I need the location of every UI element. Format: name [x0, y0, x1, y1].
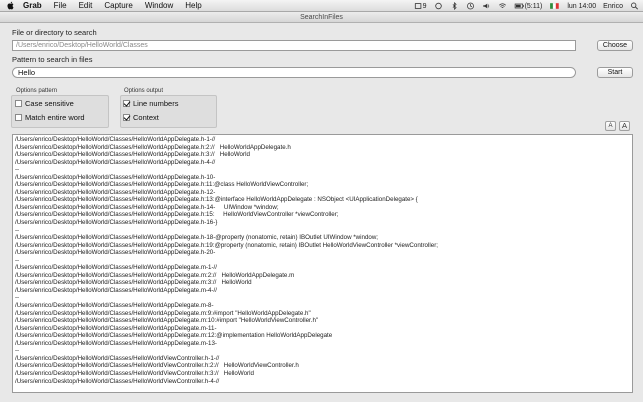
- font-smaller-label: A: [608, 123, 613, 129]
- result-line: /Users/enrico/Desktop/HelloWorld/Classes…: [15, 354, 220, 362]
- battery-time: (5:11): [524, 2, 543, 10]
- app-status-icon: [414, 3, 421, 9]
- case-sensitive-checkbox[interactable]: Case sensitive: [15, 99, 74, 108]
- result-line: /Users/enrico/Desktop/HelloWorld/Classes…: [15, 173, 216, 181]
- context-checkbox[interactable]: Context: [123, 113, 159, 122]
- status-indicator[interactable]: 9: [414, 2, 427, 10]
- line-numbers-label: Line numbers: [133, 99, 179, 108]
- result-line: /Users/enrico/Desktop/HelloWorld/Classes…: [15, 219, 218, 227]
- result-line: /Users/enrico/Desktop/HelloWorld/Classes…: [15, 196, 418, 204]
- result-line: /Users/enrico/Desktop/HelloWorld/Classes…: [15, 324, 217, 332]
- volume-icon[interactable]: [482, 2, 491, 10]
- results-list: /Users/enrico/Desktop/HelloWorld/Classes…: [13, 135, 632, 385]
- battery-status[interactable]: (5:11): [514, 2, 543, 10]
- window-title: SearchInFiles: [300, 14, 343, 21]
- result-line: /Users/enrico/Desktop/HelloWorld/Classes…: [15, 136, 216, 143]
- menu-help[interactable]: Help: [185, 0, 201, 12]
- result-line: /Users/enrico/Desktop/HelloWorld/Classes…: [15, 317, 319, 325]
- result-line: --: [15, 294, 20, 302]
- menu-window[interactable]: Window: [145, 0, 173, 12]
- result-line: /Users/enrico/Desktop/HelloWorld/Classes…: [15, 249, 216, 257]
- user-menu[interactable]: Enrico: [603, 3, 623, 10]
- result-line: /Users/enrico/Desktop/HelloWorld/Classes…: [15, 309, 311, 317]
- result-line: --: [15, 347, 20, 355]
- apple-menu-icon[interactable]: [7, 1, 15, 10]
- choose-button[interactable]: Choose: [597, 40, 633, 51]
- context-check[interactable]: [123, 114, 130, 121]
- result-line: /Users/enrico/Desktop/HelloWorld/Classes…: [15, 158, 216, 166]
- result-line: /Users/enrico/Desktop/HelloWorld/Classes…: [15, 143, 291, 151]
- result-line: /Users/enrico/Desktop/HelloWorld/Classes…: [15, 271, 295, 279]
- menu-edit[interactable]: Edit: [79, 0, 93, 12]
- path-input[interactable]: /Users/enrico/Desktop/HelloWorld/Classes: [12, 40, 576, 51]
- result-line: /Users/enrico/Desktop/HelloWorld/Classes…: [15, 332, 333, 340]
- window-title-bar: SearchInFiles: [0, 12, 643, 23]
- wifi-icon[interactable]: [498, 2, 507, 10]
- clock[interactable]: lun 14:00: [567, 3, 596, 10]
- battery-icon: [514, 3, 524, 9]
- font-smaller-button[interactable]: A: [605, 121, 616, 131]
- line-numbers-check[interactable]: [123, 100, 130, 107]
- result-line: /Users/enrico/Desktop/HelloWorld/Classes…: [15, 302, 214, 310]
- input-flag-icon[interactable]: [549, 2, 560, 10]
- result-line: /Users/enrico/Desktop/HelloWorld/Classes…: [15, 188, 216, 196]
- result-line: /Users/enrico/Desktop/HelloWorld/Classes…: [15, 241, 438, 249]
- match-entire-word-checkbox[interactable]: Match entire word: [15, 113, 85, 122]
- path-label: File or directory to search: [12, 28, 97, 37]
- result-line: --: [15, 256, 20, 264]
- start-button[interactable]: Start: [597, 67, 633, 78]
- result-line: --: [15, 226, 20, 234]
- status-indicator-label: 9: [422, 2, 427, 10]
- match-entire-word-check[interactable]: [15, 114, 22, 121]
- options-output-title: Options output: [124, 88, 164, 94]
- sync-icon[interactable]: [434, 2, 443, 10]
- match-entire-word-label: Match entire word: [25, 113, 85, 122]
- result-line: /Users/enrico/Desktop/HelloWorld/Classes…: [15, 362, 299, 370]
- result-line: /Users/enrico/Desktop/HelloWorld/Classes…: [15, 369, 254, 377]
- pattern-label: Pattern to search in files: [12, 55, 93, 64]
- result-line: --: [15, 166, 20, 174]
- menu-app-name[interactable]: Grab: [23, 0, 42, 12]
- context-label: Context: [133, 113, 159, 122]
- pattern-input[interactable]: Hello: [12, 67, 576, 78]
- status-area: 9 (5:11) lun 14:00 Enrico: [407, 0, 639, 12]
- font-larger-label: A: [621, 121, 627, 130]
- result-line: /Users/enrico/Desktop/HelloWorld/Classes…: [15, 181, 309, 189]
- case-sensitive-check[interactable]: [15, 100, 22, 107]
- options-pattern-title: Options pattern: [16, 88, 58, 94]
- result-line: /Users/enrico/Desktop/HelloWorld/Classes…: [15, 377, 220, 385]
- results-text-area[interactable]: /Users/enrico/Desktop/HelloWorld/Classes…: [12, 134, 633, 393]
- menu-bar: Grab File Edit Capture Window Help 9 (5:…: [0, 0, 643, 12]
- result-line: /Users/enrico/Desktop/HelloWorld/Classes…: [15, 211, 339, 219]
- menu-file[interactable]: File: [54, 0, 67, 12]
- font-larger-button[interactable]: A: [619, 121, 630, 131]
- result-line: /Users/enrico/Desktop/HelloWorld/Classes…: [15, 279, 252, 287]
- time-machine-icon[interactable]: [466, 2, 475, 10]
- line-numbers-checkbox[interactable]: Line numbers: [123, 99, 178, 108]
- bluetooth-icon[interactable]: [450, 2, 459, 10]
- result-line: /Users/enrico/Desktop/HelloWorld/Classes…: [15, 339, 217, 347]
- case-sensitive-label: Case sensitive: [25, 99, 74, 108]
- result-line: /Users/enrico/Desktop/HelloWorld/Classes…: [15, 203, 279, 211]
- result-line: /Users/enrico/Desktop/HelloWorld/Classes…: [15, 286, 217, 294]
- result-line: /Users/enrico/Desktop/HelloWorld/Classes…: [15, 234, 379, 242]
- result-line: /Users/enrico/Desktop/HelloWorld/Classes…: [15, 264, 217, 272]
- spotlight-icon[interactable]: [630, 2, 639, 10]
- menu-capture[interactable]: Capture: [104, 0, 132, 12]
- result-line: /Users/enrico/Desktop/HelloWorld/Classes…: [15, 151, 250, 159]
